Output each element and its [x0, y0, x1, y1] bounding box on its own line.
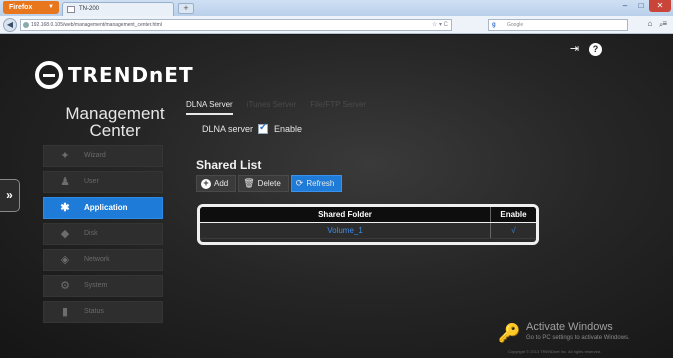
sidebar-item-system[interactable]: ⚙ System [43, 275, 163, 297]
sidebar-item-wizard[interactable]: ✦ Wizard [43, 145, 163, 167]
sidebar-item-disk[interactable]: ◆ Disk [43, 223, 163, 245]
page-favicon-icon [67, 6, 75, 13]
server-tabs: DLNA Server iTunes Server File/FTP Serve… [186, 100, 366, 115]
add-button[interactable]: + Add [196, 175, 237, 192]
column-header-enable[interactable]: Enable [491, 207, 536, 222]
logout-icon[interactable]: ⇥ [568, 43, 581, 56]
status-icon: ▮ [61, 306, 69, 318]
sidebar-item-status[interactable]: ▮ Status [43, 301, 163, 323]
trash-icon: 🗑 [243, 178, 255, 188]
reload-icon[interactable]: ☆ ▾ C [432, 20, 448, 31]
table-row[interactable]: Volume_1 √ [200, 223, 536, 239]
watermark-subtitle: Go to PC settings to activate Windows. [526, 335, 630, 341]
maximize-button[interactable]: □ [633, 0, 649, 12]
tab-file-ftp-server[interactable]: File/FTP Server [310, 100, 366, 115]
sidebar-item-network[interactable]: ◈ Network [43, 249, 163, 271]
delete-button-label: Delete [257, 179, 281, 188]
refresh-button[interactable]: ⟳ Refresh [290, 175, 343, 192]
watermark-title: Activate Windows [526, 321, 613, 333]
help-icon[interactable]: ? [589, 43, 602, 56]
firefox-menu-button[interactable]: Firefox ▼ [3, 1, 59, 14]
add-button-label: Add [214, 179, 229, 188]
search-engine-icon: g [492, 22, 496, 28]
close-window-button[interactable]: ✕ [649, 0, 671, 12]
search-input[interactable]: g Google ⌕ [488, 19, 663, 31]
application-icon: ✱ [60, 202, 70, 214]
page-title: Management Center [65, 104, 165, 140]
sidebar-item-label: Status [84, 308, 104, 315]
address-bar[interactable]: 192.168.0.105/web/management/management_… [20, 19, 452, 31]
chevron-down-icon: ▼ [48, 4, 54, 10]
add-icon: + [201, 178, 211, 189]
sidebar-item-application[interactable]: ✱ Application [43, 197, 163, 219]
enable-cell[interactable]: √ [491, 223, 536, 238]
dlna-server-setting: DLNA server Enable [202, 122, 303, 134]
sidebar-item-label: User [84, 178, 99, 185]
site-identity-icon [23, 22, 29, 28]
browser-tab[interactable]: TN-200 [62, 2, 174, 16]
sidebar-item-label: Application [84, 203, 128, 212]
sidebar: ✦ Wizard ♟ User ✱ Application ◆ Disk ◈ N… [43, 145, 163, 327]
refresh-button-label: Refresh [306, 179, 335, 188]
system-icon: ⚙ [60, 280, 70, 292]
toolbar-icons: ⌂ ≡ [647, 19, 667, 28]
address-bar-url: 192.168.0.105/web/management/management_… [31, 22, 162, 28]
dlna-enable-label: Enable [274, 124, 303, 134]
brand-logo: TRENDnET [35, 61, 194, 89]
tab-itunes-server[interactable]: iTunes Server [247, 100, 297, 115]
shared-folder-table: Shared Folder Enable Volume_1 √ [197, 204, 539, 245]
firefox-menu-label: Firefox [9, 4, 33, 11]
browser-tab-bar: Firefox ▼ TN-200 + – □ ✕ [0, 0, 673, 16]
management-page: ⇥ ? TRENDnET Management Center » ✦ Wizar… [0, 35, 673, 358]
sidebar-item-label: Network [84, 256, 110, 263]
delete-button[interactable]: 🗑 Delete [238, 175, 289, 192]
user-icon: ♟ [60, 176, 70, 188]
wizard-icon: ✦ [60, 150, 70, 162]
shared-list-toolbar: + Add 🗑 Delete ⟳ Refresh [196, 175, 343, 192]
window-controls: – □ ✕ [617, 0, 671, 12]
sidebar-expand-button[interactable]: » [0, 179, 20, 212]
new-tab-button[interactable]: + [178, 3, 194, 14]
browser-nav-bar: ◀ 192.168.0.105/web/management/managemen… [0, 16, 673, 34]
key-icon: 🔑 [498, 323, 521, 343]
copyright-text: Copyright © 2013 TRENDnet Inc. All right… [508, 349, 602, 354]
brand-name: TRENDnET [68, 63, 194, 87]
sidebar-item-user[interactable]: ♟ User [43, 171, 163, 193]
menu-icon[interactable]: ≡ [662, 19, 667, 28]
back-button[interactable]: ◀ [3, 18, 17, 32]
sidebar-item-label: Wizard [84, 152, 106, 159]
search-placeholder: Google [507, 22, 524, 28]
shared-list-heading: Shared List [196, 158, 262, 172]
minimize-button[interactable]: – [617, 0, 633, 12]
sidebar-item-label: System [84, 282, 108, 289]
disk-icon: ◆ [60, 228, 70, 240]
table-header: Shared Folder Enable [200, 207, 536, 223]
column-header-shared-folder[interactable]: Shared Folder [200, 207, 491, 222]
trendnet-logo-icon [35, 61, 63, 89]
refresh-icon: ⟳ [295, 178, 304, 188]
header-actions: ⇥ ? [568, 43, 602, 56]
dlna-enable-checkbox[interactable] [258, 122, 269, 134]
network-icon: ◈ [60, 254, 70, 266]
browser-tab-title: TN-200 [79, 6, 100, 12]
home-icon[interactable]: ⌂ [647, 19, 652, 28]
shared-folder-cell[interactable]: Volume_1 [200, 223, 491, 238]
sidebar-item-label: Disk [84, 230, 98, 237]
tab-dlna-server[interactable]: DLNA Server [186, 100, 233, 115]
dlna-server-label: DLNA server [202, 124, 254, 134]
